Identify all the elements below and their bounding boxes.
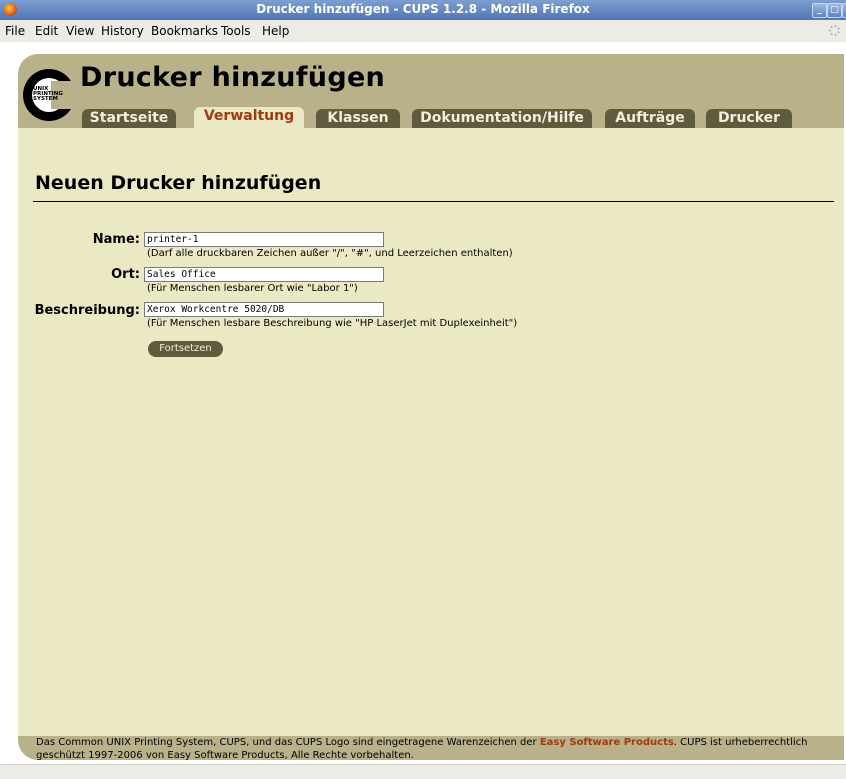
menu-history[interactable]: History xyxy=(101,24,144,38)
footer-company-link[interactable]: Easy Software Products xyxy=(540,737,674,748)
cups-header: UNIX PRINTING SYSTEM Drucker hinzufügen … xyxy=(18,54,844,129)
footer-text-before: Das Common UNIX Printing System, CUPS, u… xyxy=(36,737,540,748)
menu-help[interactable]: Help xyxy=(262,24,289,38)
continue-button[interactable]: Fortsetzen xyxy=(148,341,223,357)
maximize-icon[interactable]: □ xyxy=(827,3,842,18)
page-title: Drucker hinzufügen xyxy=(80,62,386,93)
status-bar xyxy=(0,764,846,779)
tab-klassen[interactable]: Klassen xyxy=(316,109,400,128)
window-titlebar: Drucker hinzufügen - CUPS 1.2.8 - Mozill… xyxy=(0,0,846,20)
name-label: Name: xyxy=(92,232,140,247)
menu-tools[interactable]: Tools xyxy=(221,24,251,38)
form-heading: Neuen Drucker hinzufügen xyxy=(35,172,322,194)
name-input[interactable] xyxy=(144,232,384,247)
menu-bar: File Edit View History Bookmarks Tools H… xyxy=(0,20,846,43)
description-label: Beschreibung: xyxy=(34,303,140,318)
tab-startseite[interactable]: Startseite xyxy=(82,109,176,128)
close-icon[interactable] xyxy=(842,3,846,18)
menu-file[interactable]: File xyxy=(5,24,25,38)
menu-edit[interactable]: Edit xyxy=(35,24,58,38)
cups-logo: UNIX PRINTING SYSTEM xyxy=(23,69,77,121)
footer: Das Common UNIX Printing System, CUPS, u… xyxy=(18,736,844,762)
description-input[interactable] xyxy=(144,302,384,317)
cups-frame: UNIX PRINTING SYSTEM Drucker hinzufügen … xyxy=(18,54,844,762)
tab-auftraege[interactable]: Aufträge xyxy=(605,109,695,128)
throbber-icon xyxy=(829,25,840,36)
logo-text-system: SYSTEM xyxy=(33,96,58,102)
minimize-icon[interactable]: _ xyxy=(812,3,827,18)
name-hint: (Darf alle druckbaren Zeichen außer "/",… xyxy=(147,248,513,259)
tab-dokumentation-hilfe[interactable]: Dokumentation/Hilfe xyxy=(412,109,592,128)
tab-drucker[interactable]: Drucker xyxy=(706,109,792,128)
heading-rule xyxy=(33,201,834,202)
description-hint: (Für Menschen lesbare Beschreibung wie "… xyxy=(147,318,518,329)
tab-verwaltung[interactable]: Verwaltung xyxy=(194,107,304,129)
menu-bookmarks[interactable]: Bookmarks xyxy=(151,24,218,38)
menu-view[interactable]: View xyxy=(66,24,94,38)
page-viewport: UNIX PRINTING SYSTEM Drucker hinzufügen … xyxy=(0,42,846,764)
content-area: Neuen Drucker hinzufügen Name: (Darf all… xyxy=(18,128,844,736)
footer-text: Das Common UNIX Printing System, CUPS, u… xyxy=(36,736,816,762)
window-title: Drucker hinzufügen - CUPS 1.2.8 - Mozill… xyxy=(256,2,590,16)
location-hint: (Für Menschen lesbarer Ort wie "Labor 1"… xyxy=(147,283,358,294)
location-label: Ort: xyxy=(111,267,140,282)
location-input[interactable] xyxy=(144,267,384,282)
